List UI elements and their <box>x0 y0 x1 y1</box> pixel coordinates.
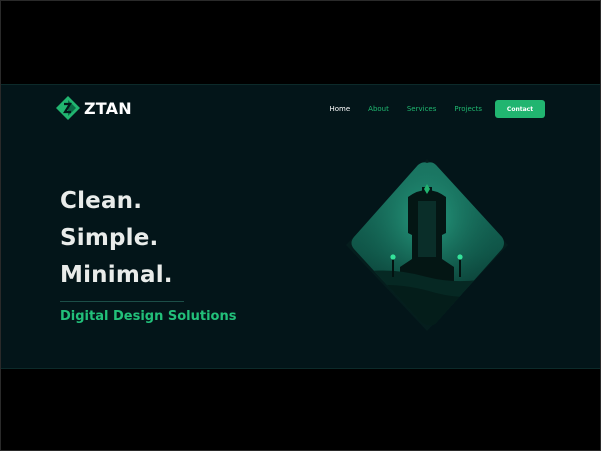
nav-services[interactable]: Services <box>407 105 437 113</box>
hero-text: Clean. Simple. Minimal. Digital Design S… <box>60 183 236 324</box>
hero-line-simple: Simple. <box>60 225 159 251</box>
main-nav: Home About Services Projects Contact <box>311 100 545 118</box>
screenshot-frame: ZTAN Home About Services Projects Contac… <box>0 0 601 451</box>
nav-about[interactable]: About <box>368 105 389 113</box>
monolith-diamond-illustration <box>346 159 508 331</box>
ztan-diamond-logo-icon <box>56 96 80 120</box>
brand-name: ZTAN <box>84 98 132 118</box>
website-hero-section: ZTAN Home About Services Projects Contac… <box>1 84 600 369</box>
nav-projects[interactable]: Projects <box>454 105 482 113</box>
hero-subtitle: Digital Design Solutions <box>60 309 237 324</box>
contact-button[interactable]: Contact <box>495 100 545 118</box>
hero-line-minimal: Minimal. <box>60 262 173 288</box>
hero-line-clean: Clean. <box>60 188 143 214</box>
hero-divider <box>60 301 184 302</box>
nav-home[interactable]: Home <box>329 105 350 113</box>
brand-logo[interactable]: ZTAN <box>55 95 132 121</box>
